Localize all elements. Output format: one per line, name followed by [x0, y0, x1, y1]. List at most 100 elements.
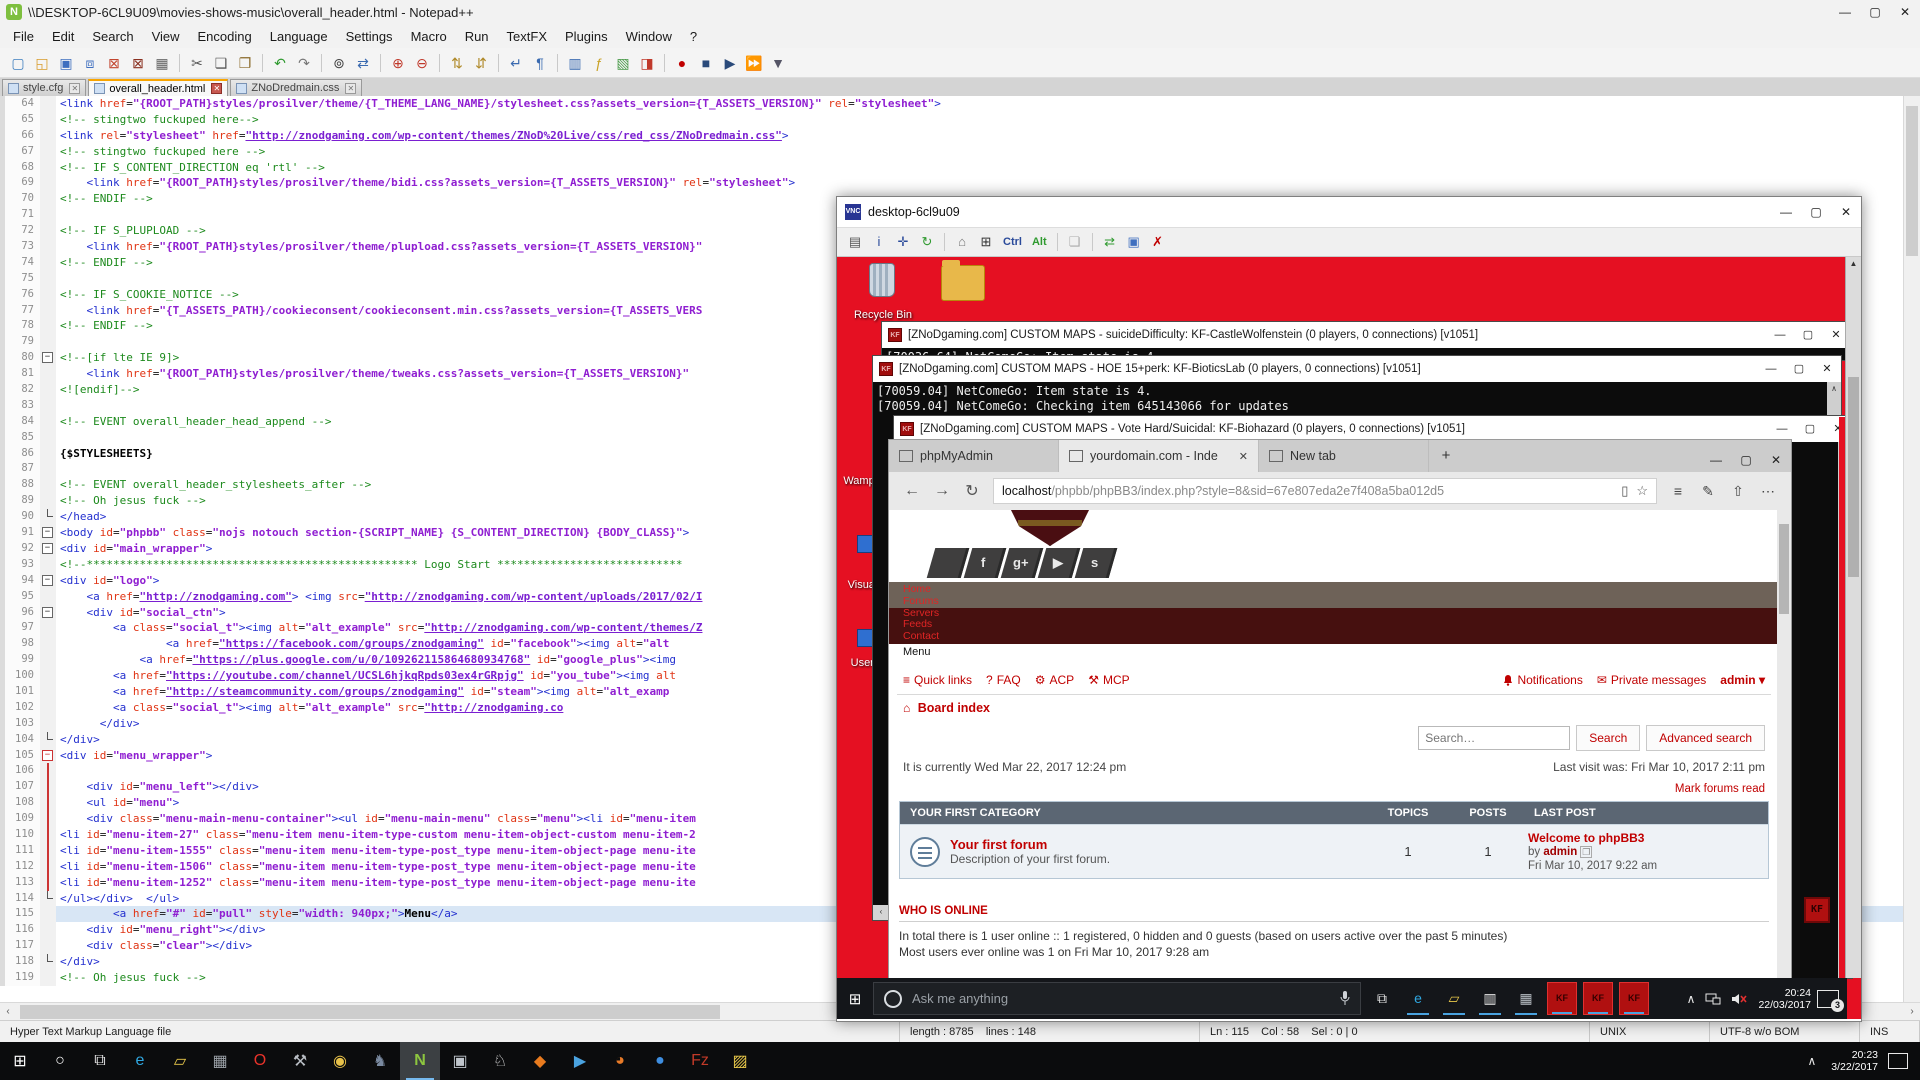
vnc-titlebar[interactable]: VNC desktop-6cl9u09 — ▢ ✕: [837, 197, 1861, 227]
remote-desktop[interactable]: Recycle Bin Wamp Visual C Users KF [ZNoD…: [837, 257, 1861, 1019]
maximize-button[interactable]: ▢: [1785, 356, 1813, 382]
scroll-left-icon[interactable]: ‹: [0, 1005, 16, 1019]
quick-links-menu[interactable]: ≡ Quick links: [903, 673, 972, 687]
maximize-button[interactable]: ▢: [1801, 200, 1831, 224]
doc-map-icon[interactable]: ▧: [612, 52, 634, 74]
social-generic-icon[interactable]: [927, 548, 970, 578]
goto-post-icon[interactable]: ❐: [1580, 846, 1592, 858]
network-icon[interactable]: [1705, 993, 1721, 1005]
chrome-icon[interactable]: ◉: [320, 1042, 360, 1080]
fold-collapse-icon[interactable]: −: [42, 543, 53, 554]
close-all-icon[interactable]: ⊠: [127, 52, 149, 74]
cortana-icon[interactable]: ○: [40, 1042, 80, 1080]
minimize-button[interactable]: —: [1771, 200, 1801, 224]
faq-link[interactable]: ? FAQ: [986, 673, 1021, 687]
killing-floor-icon-3[interactable]: KF: [1619, 982, 1649, 1015]
close-tab-icon[interactable]: ✕: [1239, 450, 1248, 463]
sync-vertical-icon[interactable]: ⇅: [446, 52, 468, 74]
cortana-search-box[interactable]: Ask me anything: [873, 982, 1361, 1015]
maximize-button[interactable]: ▢: [1796, 416, 1824, 442]
search-button[interactable]: Search: [1576, 725, 1640, 751]
sync-horizontal-icon[interactable]: ⇵: [470, 52, 492, 74]
nav-link-servers[interactable]: Servers: [903, 608, 1779, 620]
menu-textfx[interactable]: TextFX: [498, 26, 556, 47]
filezilla-icon[interactable]: Fz: [680, 1042, 720, 1080]
ctrl-key-label[interactable]: Ctrl: [999, 231, 1026, 253]
action-center-icon[interactable]: 3: [1817, 990, 1839, 1008]
action-center-icon[interactable]: [1888, 1053, 1908, 1069]
win-key-icon[interactable]: ⊞: [975, 231, 997, 253]
tab-overall_header.html[interactable]: overall_header.html✕: [88, 79, 228, 96]
hub-icon[interactable]: ≡: [1663, 483, 1693, 499]
menu-language[interactable]: Language: [261, 26, 337, 47]
blue-app-icon[interactable]: ●: [640, 1042, 680, 1080]
fullscreen-icon[interactable]: ✛: [892, 231, 914, 253]
scrollbar-thumb[interactable]: [20, 1005, 720, 1019]
last-post-link[interactable]: Welcome to phpBB3: [1528, 831, 1768, 845]
facebook-icon[interactable]: f: [964, 548, 1007, 578]
yellow-app-icon[interactable]: ▨: [720, 1042, 760, 1080]
save-session-icon[interactable]: ▣: [1123, 231, 1145, 253]
wrench-app-icon[interactable]: ⚒: [280, 1042, 320, 1080]
start-button[interactable]: ⊞: [837, 990, 873, 1008]
advanced-search-button[interactable]: Advanced search: [1646, 725, 1765, 751]
tray-chevron-icon[interactable]: ∧: [1807, 1054, 1816, 1068]
run-macro-multi-icon[interactable]: ⏩: [743, 52, 765, 74]
search-input[interactable]: [1418, 726, 1570, 750]
nav-link-feeds[interactable]: Feeds: [903, 619, 1779, 631]
killing-floor-icon-1[interactable]: KF: [1547, 982, 1577, 1015]
save-icon[interactable]: ▣: [55, 52, 77, 74]
menu-window[interactable]: Window: [617, 26, 681, 47]
scrollbar-thumb[interactable]: [1848, 377, 1859, 577]
player-app-icon[interactable]: ▶: [560, 1042, 600, 1080]
mcp-link[interactable]: ⚒ MCP: [1088, 673, 1129, 687]
reading-view-icon[interactable]: ▯: [1621, 483, 1628, 499]
play-macro-icon[interactable]: ▶: [719, 52, 741, 74]
copy-icon[interactable]: ❏: [210, 52, 232, 74]
close-icon[interactable]: ⊠: [103, 52, 125, 74]
vnc-scrollbar[interactable]: ▲: [1845, 257, 1861, 978]
minimize-button[interactable]: —: [1830, 0, 1860, 24]
browser-scrollbar[interactable]: [1777, 510, 1791, 979]
desktop-folder-icon[interactable]: [941, 265, 985, 301]
address-bar[interactable]: localhost/phpbb/phpBB3/index.php?style=8…: [993, 478, 1657, 504]
media-app-icon[interactable]: ▣: [440, 1042, 480, 1080]
close-button[interactable]: ✕: [1831, 200, 1861, 224]
site-logo[interactable]: [1007, 510, 1093, 546]
store-icon[interactable]: ▥: [1475, 982, 1505, 1015]
forum-row[interactable]: Your first forum Description of your fir…: [900, 824, 1768, 878]
notepadpp-icon[interactable]: N: [400, 1042, 440, 1080]
board-index-link[interactable]: ⌂ Board index: [889, 695, 1779, 721]
new-tab-button[interactable]: +: [1429, 440, 1463, 472]
acp-link[interactable]: ⚙ ACP: [1035, 673, 1074, 687]
task-view-icon[interactable]: ⧉: [1367, 982, 1397, 1015]
refresh-screen-icon[interactable]: ↻: [916, 231, 938, 253]
volume-muted-icon[interactable]: [1731, 993, 1747, 1005]
nav-link-forums[interactable]: Forums: [903, 596, 1779, 608]
nav-link-home[interactable]: Home: [903, 584, 1779, 596]
task-view-icon[interactable]: ⧉: [80, 1042, 120, 1080]
menu-encoding[interactable]: Encoding: [189, 26, 261, 47]
forward-button[interactable]: →: [927, 482, 957, 500]
fold-collapse-icon[interactable]: −: [42, 575, 53, 586]
category-name[interactable]: YOUR FIRST CATEGORY: [900, 807, 1368, 819]
alt-key-label[interactable]: Alt: [1028, 231, 1051, 253]
nav-link-contact[interactable]: Contact: [903, 631, 1779, 643]
orange-app-icon[interactable]: ◆: [520, 1042, 560, 1080]
microphone-icon[interactable]: [1340, 991, 1350, 1006]
file-explorer-icon[interactable]: ▱: [160, 1042, 200, 1080]
redo-icon[interactable]: ↷: [293, 52, 315, 74]
fold-collapse-icon[interactable]: −: [42, 607, 53, 618]
close-button[interactable]: ✕: [1890, 0, 1920, 24]
clipboard-icon[interactable]: ❏: [1064, 231, 1086, 253]
minimize-button[interactable]: —: [1757, 356, 1785, 382]
console-app-icon[interactable]: ▦: [200, 1042, 240, 1080]
edge-icon[interactable]: e: [120, 1042, 160, 1080]
doc-switcher-icon[interactable]: ◨: [636, 52, 658, 74]
more-options-icon[interactable]: ⋯: [1753, 483, 1783, 500]
share-icon[interactable]: ⇧: [1723, 483, 1753, 500]
close-button[interactable]: ✕: [1761, 448, 1791, 472]
recycle-bin-icon[interactable]: [861, 263, 903, 307]
remote-clock[interactable]: 20:24 22/03/2017: [1758, 987, 1811, 1011]
maximize-button[interactable]: ▢: [1794, 322, 1822, 348]
